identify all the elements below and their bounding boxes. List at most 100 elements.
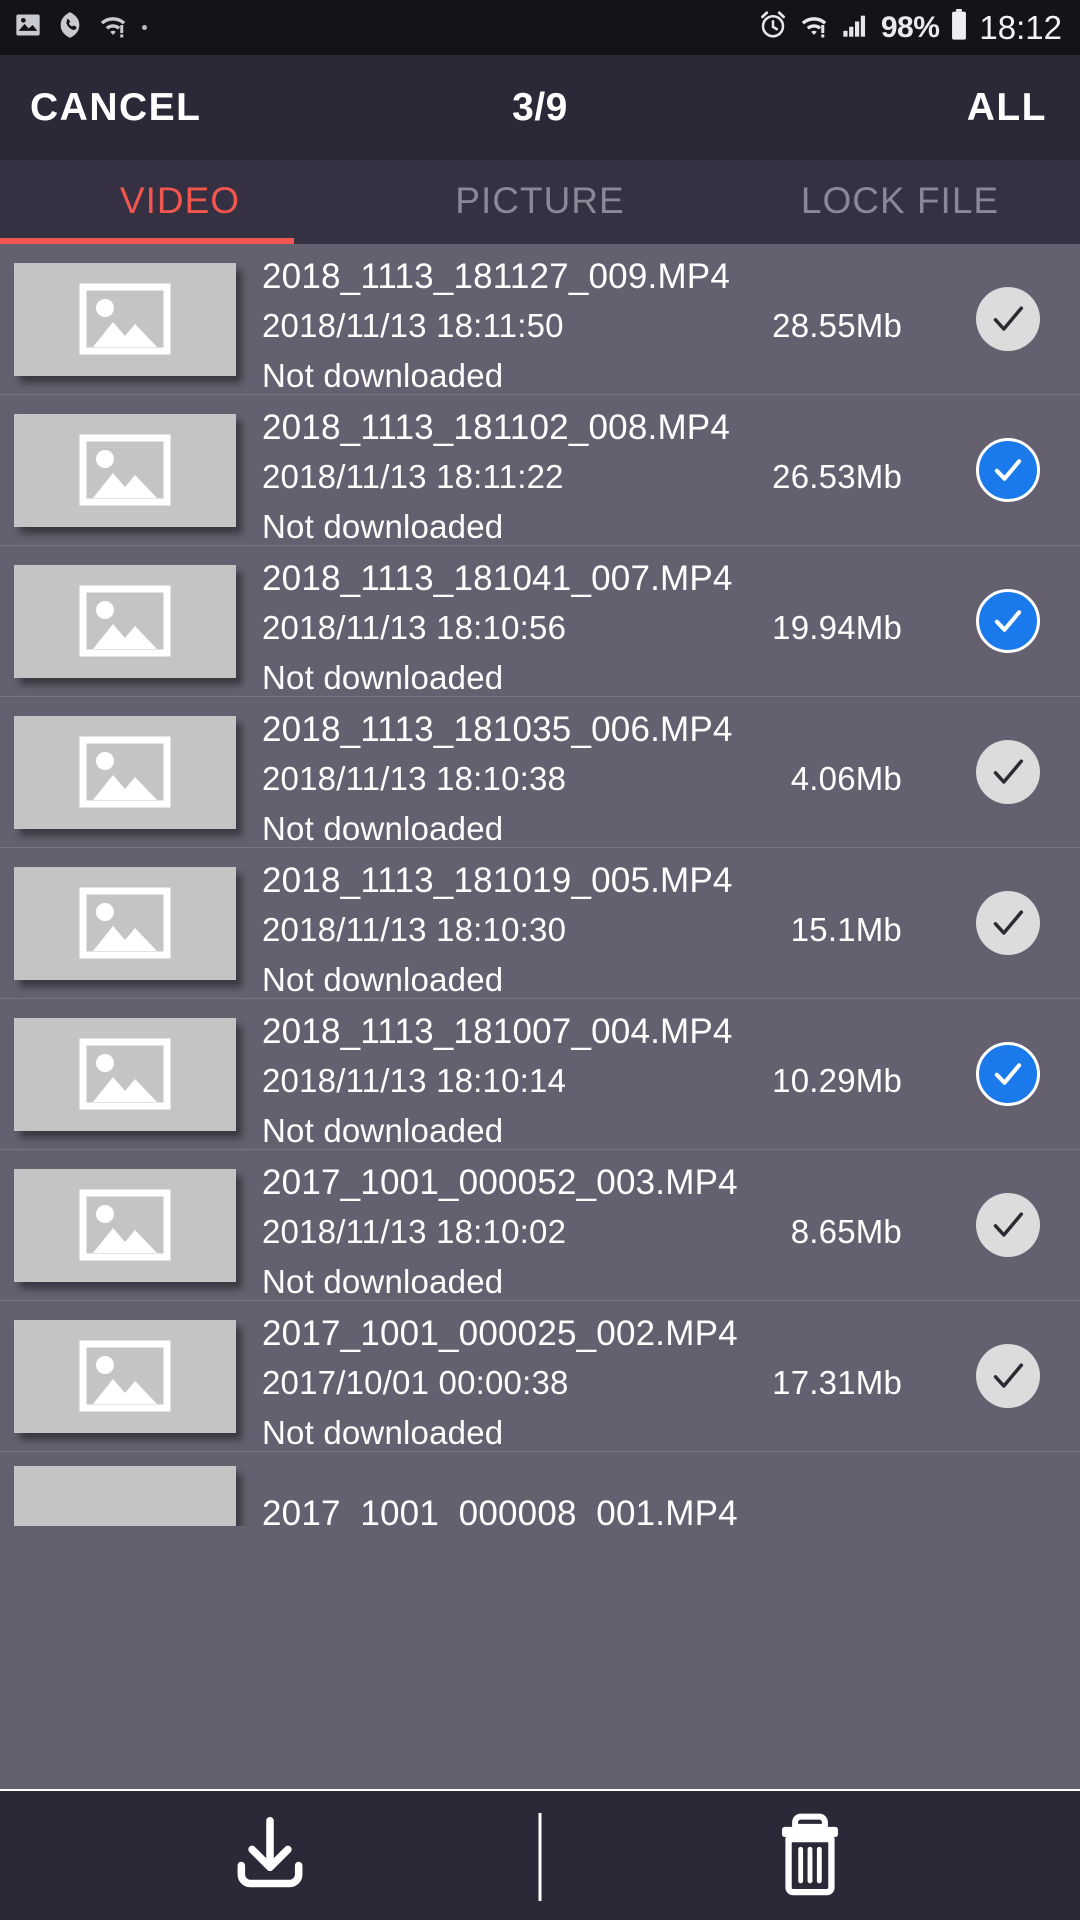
photo-icon	[14, 11, 42, 44]
file-date: 2018/11/13 18:10:56	[262, 608, 567, 646]
file-size: 10.29Mb	[772, 1061, 902, 1099]
file-size: 4.06Mb	[790, 759, 902, 797]
file-download-status: Not downloaded	[262, 1262, 504, 1300]
file-meta: 2018_1113_181035_006.MP4 2018/11/13 18:10…	[262, 710, 1080, 847]
alarm-icon	[758, 10, 788, 45]
file-date: 2018/11/13 18:10:14	[262, 1061, 567, 1099]
file-row[interactable]: 2017_1001_000008_001.MP4	[0, 1452, 1080, 1526]
file-name: 2017_1001_000052_003.MP4	[262, 1162, 738, 1202]
selection-count-title: 3/9	[512, 85, 568, 129]
action-bar: CANCEL 3/9 ALL	[0, 55, 1080, 160]
file-size: 19.94Mb	[772, 608, 902, 646]
image-placeholder-icon	[79, 585, 171, 657]
file-name: 2017_1001_000008_001.MP4	[262, 1494, 738, 1526]
file-meta: 2018_1113_181041_007.MP4 2018/11/13 18:10…	[262, 559, 1080, 696]
file-download-status: Not downloaded	[262, 809, 504, 847]
file-name: 2017_1001_000025_002.MP4	[262, 1313, 738, 1353]
check-icon	[993, 759, 1024, 784]
trash-icon	[769, 1808, 851, 1903]
checkbox-unchecked[interactable]	[976, 1344, 1040, 1408]
file-meta: 2018_1113_181127_009.MP4 2018/11/13 18:11…	[262, 257, 1080, 394]
file-row[interactable]: 2018_1113_181019_005.MP4 2018/11/13 18:10…	[0, 848, 1080, 999]
file-download-status: Not downloaded	[262, 1413, 504, 1451]
tab-bar: VIDEO PICTURE LOCK FILE	[0, 160, 1080, 244]
file-manager-screen: 98% 18:12 CANCEL 3/9 ALL VIDEO PICTURE L…	[0, 0, 1080, 1920]
checkbox-unchecked[interactable]	[976, 891, 1040, 955]
image-placeholder-icon	[79, 736, 171, 808]
file-download-status: Not downloaded	[262, 960, 504, 998]
checkbox-unchecked[interactable]	[976, 740, 1040, 804]
file-row[interactable]: 2017_1001_000052_003.MP4 2018/11/13 18:10…	[0, 1150, 1080, 1301]
file-thumbnail	[14, 1017, 236, 1131]
checkbox-checked[interactable]	[976, 589, 1040, 653]
delete-button[interactable]	[540, 1791, 1080, 1920]
file-date: 2018/11/13 18:11:22	[262, 457, 564, 495]
file-thumbnail	[14, 262, 236, 376]
file-row[interactable]: 2017_1001_000025_002.MP4 2017/10/01 00:00…	[0, 1301, 1080, 1452]
download-button[interactable]	[0, 1791, 540, 1920]
wifi-warning-icon	[98, 11, 128, 44]
file-download-status: Not downloaded	[262, 507, 504, 545]
select-all-button[interactable]: ALL	[967, 86, 1047, 130]
file-thumbnail	[14, 564, 236, 678]
file-name: 2018_1113_181019_005.MP4	[262, 860, 733, 900]
file-size: 17.31Mb	[772, 1363, 902, 1401]
file-meta: 2017_1001_000025_002.MP4 2017/10/01 00:00…	[262, 1314, 1080, 1451]
file-meta: 2017_1001_000052_003.MP4 2018/11/13 18:10…	[262, 1163, 1080, 1300]
checkbox-unchecked[interactable]	[976, 1193, 1040, 1257]
file-name: 2018_1113_181007_004.MP4	[262, 1011, 733, 1051]
file-name: 2018_1113_181041_007.MP4	[262, 558, 733, 598]
file-name: 2018_1113_181127_009.MP4	[262, 256, 731, 296]
status-bar-right-icons: 98% 18:12	[747, 9, 1062, 46]
file-thumbnail	[14, 1466, 236, 1526]
checkbox-checked[interactable]	[976, 1042, 1040, 1106]
check-icon	[994, 459, 1022, 481]
file-list[interactable]: 2018_1113_181127_009.MP4 2018/11/13 18:11…	[0, 244, 1080, 1789]
tab-lock-file[interactable]: LOCK FILE	[720, 160, 1080, 244]
file-meta: 2017_1001_000008_001.MP4	[262, 1466, 1080, 1526]
file-date: 2018/11/13 18:10:02	[262, 1212, 567, 1250]
file-thumbnail	[14, 866, 236, 980]
file-thumbnail	[14, 715, 236, 829]
file-thumbnail	[14, 413, 236, 527]
file-name: 2018_1113_181035_006.MP4	[262, 709, 733, 749]
file-size: 28.55Mb	[772, 306, 902, 344]
check-icon	[993, 910, 1024, 935]
file-date: 2018/11/13 18:11:50	[262, 306, 564, 344]
file-download-status: Not downloaded	[262, 658, 504, 696]
image-placeholder-icon	[79, 1340, 171, 1412]
file-row[interactable]: 2018_1113_181035_006.MP4 2018/11/13 18:10…	[0, 697, 1080, 848]
status-bar-left-icons	[14, 11, 161, 44]
signal-bars-icon	[840, 11, 870, 44]
image-placeholder-icon	[79, 434, 171, 506]
file-row[interactable]: 2018_1113_181102_008.MP4 2018/11/13 18:11…	[0, 395, 1080, 546]
phone-icon	[56, 11, 84, 44]
image-placeholder-icon	[79, 887, 171, 959]
wifi-warning-icon	[799, 11, 829, 44]
file-date: 2018/11/13 18:10:38	[262, 759, 567, 797]
file-meta: 2018_1113_181019_005.MP4 2018/11/13 18:10…	[262, 861, 1080, 998]
image-placeholder-icon	[79, 1038, 171, 1110]
file-date: 2017/10/01 00:00:38	[262, 1363, 569, 1401]
tab-video[interactable]: VIDEO	[0, 160, 360, 244]
check-icon	[993, 1212, 1024, 1237]
image-placeholder-icon	[79, 283, 171, 355]
clock-label: 18:12	[979, 9, 1062, 46]
battery-icon	[950, 9, 968, 46]
file-row[interactable]: 2018_1113_181041_007.MP4 2018/11/13 18:10…	[0, 546, 1080, 697]
file-meta: 2018_1113_181102_008.MP4 2018/11/13 18:11…	[262, 408, 1080, 545]
check-icon	[993, 306, 1024, 331]
file-size: 15.1Mb	[790, 910, 902, 948]
toolbar-divider	[538, 1813, 542, 1901]
file-row[interactable]: 2018_1113_181007_004.MP4 2018/11/13 18:10…	[0, 999, 1080, 1150]
check-icon	[993, 1363, 1024, 1388]
checkbox-checked[interactable]	[976, 438, 1040, 502]
tab-picture[interactable]: PICTURE	[360, 160, 720, 244]
file-download-status: Not downloaded	[262, 1111, 504, 1149]
checkbox-unchecked[interactable]	[976, 287, 1040, 351]
file-size: 8.65Mb	[790, 1212, 902, 1250]
status-bar: 98% 18:12	[0, 0, 1080, 55]
file-row[interactable]: 2018_1113_181127_009.MP4 2018/11/13 18:11…	[0, 244, 1080, 395]
file-thumbnail	[14, 1168, 236, 1282]
image-placeholder-icon	[79, 1189, 171, 1261]
